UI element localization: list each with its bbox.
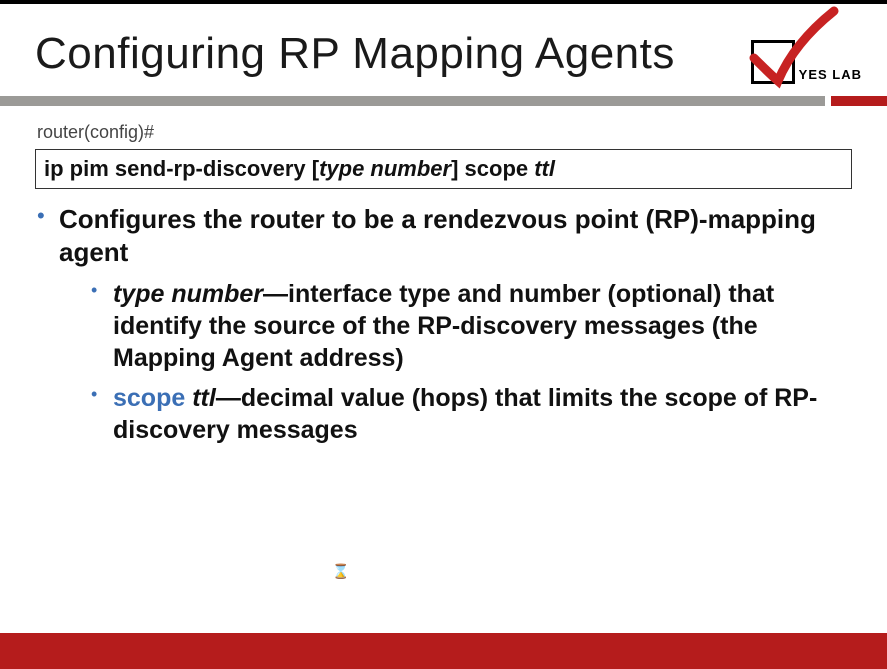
top-border — [0, 0, 887, 4]
hourglass-cursor-icon: ⌛ — [332, 563, 349, 580]
cmd-arg-ttl: ttl — [534, 156, 555, 181]
cli-prompt: router(config)# — [35, 122, 852, 143]
cmd-prefix: ip pim send-rp-discovery [ — [44, 156, 319, 181]
command-syntax-box: ip pim send-rp-discovery [type number] s… — [35, 149, 852, 189]
sub1-keyword: type number — [113, 280, 263, 308]
logo-box — [751, 40, 795, 84]
bullet-item-1: Configures the router to be a rendezvous… — [59, 203, 852, 446]
logo-text: YES LAB — [799, 67, 862, 84]
title-row: Configuring RP Mapping Agents YES LAB — [35, 30, 852, 78]
bullet-list: Configures the router to be a rendezvous… — [35, 203, 852, 446]
sub-bullet-1: type number—interface type and number (o… — [113, 278, 852, 374]
cmd-arg-type-number: type number — [319, 156, 451, 181]
sub-bullet-2: scope ttl—decimal value (hops) that limi… — [113, 382, 852, 446]
sub2-keyword-scope: scope — [113, 384, 185, 412]
slide-title: Configuring RP Mapping Agents — [35, 30, 852, 78]
footer-bar — [0, 633, 887, 669]
sub-bullet-list: type number—interface type and number (o… — [59, 278, 852, 446]
sub2-keyword-ttl: ttl — [185, 384, 216, 412]
cmd-mid: ] scope — [451, 156, 534, 181]
bullet-1-text: Configures the router to be a rendezvous… — [59, 203, 852, 268]
divider-bar — [0, 96, 887, 106]
logo: YES LAB — [751, 40, 862, 84]
sub2-rest: —decimal value (hops) that limits the sc… — [113, 384, 817, 444]
slide-body: Configuring RP Mapping Agents YES LAB ro… — [0, 0, 887, 446]
